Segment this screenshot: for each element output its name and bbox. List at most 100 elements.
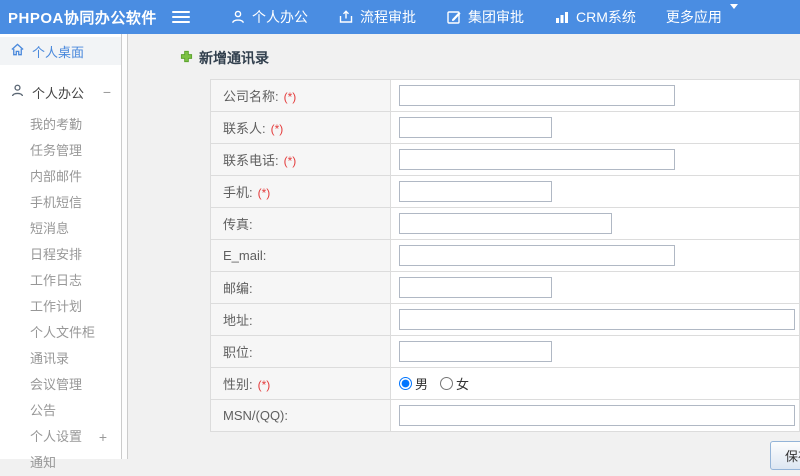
sidebar-item-label: 日程安排 <box>30 247 83 262</box>
field-value-cell <box>390 143 800 176</box>
sidebar-item[interactable]: 内部邮件 <box>0 164 121 190</box>
nav-item-label: 个人办公 <box>252 9 308 25</box>
content-area: 个人桌面 个人办公 − 我的考勤 任务管理 内部邮件 手机短信 短消息 日程安排… <box>0 34 800 470</box>
caret-down-icon <box>728 4 738 25</box>
sidebar-item[interactable]: 通讯录 <box>0 346 121 372</box>
required-marker: (*) <box>283 90 297 104</box>
nav-item[interactable]: CRM系统 <box>554 7 636 27</box>
field-value-cell <box>390 335 800 368</box>
text-field[interactable] <box>399 277 552 298</box>
field-value-cell <box>390 239 800 272</box>
form-row: MSN/(QQ): <box>210 399 800 432</box>
sidebar-item[interactable]: 个人设置 + <box>0 424 121 450</box>
page-title: 新增通讯录 <box>180 48 800 68</box>
sidebar-item-label: 工作日志 <box>30 273 83 288</box>
sidebar-item[interactable]: 公告 <box>0 398 121 424</box>
sidebar-menu: 我的考勤 任务管理 内部邮件 手机短信 短消息 日程安排 工作日志 工作计划 个… <box>0 112 121 476</box>
form-row: E_mail: <box>210 239 800 272</box>
save-button[interactable]: 保存 <box>770 441 800 470</box>
required-marker: (*) <box>270 122 284 136</box>
field-value-cell <box>390 79 800 112</box>
field-label: 性别: <box>223 377 253 392</box>
required-marker: (*) <box>257 186 271 200</box>
text-field[interactable] <box>399 117 552 138</box>
text-field[interactable] <box>399 309 795 330</box>
form-row: 职位: <box>210 335 800 368</box>
sidebar-item-label: 会议管理 <box>30 377 83 392</box>
sidebar-item-label: 任务管理 <box>30 143 83 158</box>
home-icon <box>10 42 25 60</box>
sidebar-item[interactable]: 工作日志 <box>0 268 121 294</box>
sidebar-group-label: 个人办公 <box>32 85 85 101</box>
field-label: 职位: <box>223 345 253 360</box>
contact-form-table: 公司名称: (*) 联系人: (*) 联系电话: (*) 手机: (*) 传真:… <box>210 79 800 432</box>
app-logo: PHPOA协同办公软件 <box>8 9 157 27</box>
gender-radio-female[interactable] <box>440 377 454 390</box>
form-row: 手机: (*) <box>210 175 800 208</box>
collapse-icon[interactable]: − <box>103 84 111 100</box>
text-field[interactable] <box>399 149 675 170</box>
process-approval-icon <box>338 9 354 25</box>
sidebar-scrollbar[interactable] <box>121 34 128 459</box>
field-label: 传真: <box>223 217 253 232</box>
text-field[interactable] <box>399 85 675 106</box>
nav-item-label: 集团审批 <box>468 9 524 25</box>
expand-icon[interactable]: + <box>99 424 107 450</box>
field-label-cell: 手机: (*) <box>210 175 391 208</box>
sidebar-item[interactable]: 通知 <box>0 450 121 476</box>
sidebar-item-label: 个人文件柜 <box>30 325 96 340</box>
sidebar-item[interactable]: 日程安排 <box>0 242 121 268</box>
user-icon <box>10 83 25 101</box>
sidebar-item[interactable]: 我的考勤 <box>0 112 121 138</box>
form-row: 性别: (*) 男 女 <box>210 367 800 400</box>
gender-radio-male[interactable] <box>399 377 412 390</box>
sidebar-item-desktop[interactable]: 个人桌面 <box>0 37 121 65</box>
sidebar-item[interactable]: 工作计划 <box>0 294 121 320</box>
field-label: 邮编: <box>223 281 253 296</box>
field-label-cell: 邮编: <box>210 271 391 304</box>
field-label-cell: MSN/(QQ): <box>210 399 391 432</box>
text-field[interactable] <box>399 213 612 234</box>
nav-item-label: CRM系统 <box>576 9 636 25</box>
text-field[interactable] <box>399 245 675 266</box>
text-field[interactable] <box>399 341 552 362</box>
text-field[interactable] <box>399 181 552 202</box>
text-field[interactable] <box>399 405 795 426</box>
form-footer <box>128 432 800 459</box>
sidebar-item[interactable]: 手机短信 <box>0 190 121 216</box>
field-label-cell: E_mail: <box>210 239 391 272</box>
nav-item[interactable]: 流程审批 <box>338 7 416 27</box>
field-label: 公司名称: <box>223 89 279 104</box>
nav-item-label: 流程审批 <box>360 9 416 25</box>
field-label: 联系电话: <box>223 153 279 168</box>
field-label-cell: 公司名称: (*) <box>210 79 391 112</box>
field-label-cell: 性别: (*) <box>210 367 391 400</box>
sidebar-item-label: 个人桌面 <box>32 44 85 60</box>
sidebar-item[interactable]: 短消息 <box>0 216 121 242</box>
nav-item[interactable]: 集团审批 <box>446 7 524 27</box>
sidebar-item-label: 通讯录 <box>30 351 70 366</box>
field-value-cell: 男 女 <box>390 367 800 400</box>
required-marker: (*) <box>257 378 271 392</box>
field-label-cell: 职位: <box>210 335 391 368</box>
sidebar-item[interactable]: 个人文件柜 <box>0 320 121 346</box>
top-navbar: PHPOA协同办公软件 个人办公 流程审批 集团审批 CRM系统 更多应用 <box>0 0 800 34</box>
field-label-cell: 传真: <box>210 207 391 240</box>
sidebar-item[interactable]: 会议管理 <box>0 372 121 398</box>
form-row: 邮编: <box>210 271 800 304</box>
nav-item[interactable]: 个人办公 <box>230 7 308 27</box>
sidebar-group-personal-office[interactable]: 个人办公 − <box>0 78 121 106</box>
sidebar-item-label: 内部邮件 <box>30 169 83 184</box>
sidebar-item[interactable]: 任务管理 <box>0 138 121 164</box>
field-label: 联系人: <box>223 121 266 136</box>
required-marker: (*) <box>283 154 297 168</box>
field-value-cell <box>390 399 800 432</box>
sidebar-item-label: 通知 <box>30 455 57 470</box>
field-label-cell: 地址: <box>210 303 391 336</box>
hamburger-menu-icon[interactable] <box>168 4 194 30</box>
field-value-cell <box>390 175 800 208</box>
nav-item[interactable]: 更多应用 <box>666 4 738 27</box>
bar-chart-icon <box>554 9 570 25</box>
sidebar-item-label: 短消息 <box>30 221 70 236</box>
sidebar-item-label: 我的考勤 <box>30 117 83 132</box>
